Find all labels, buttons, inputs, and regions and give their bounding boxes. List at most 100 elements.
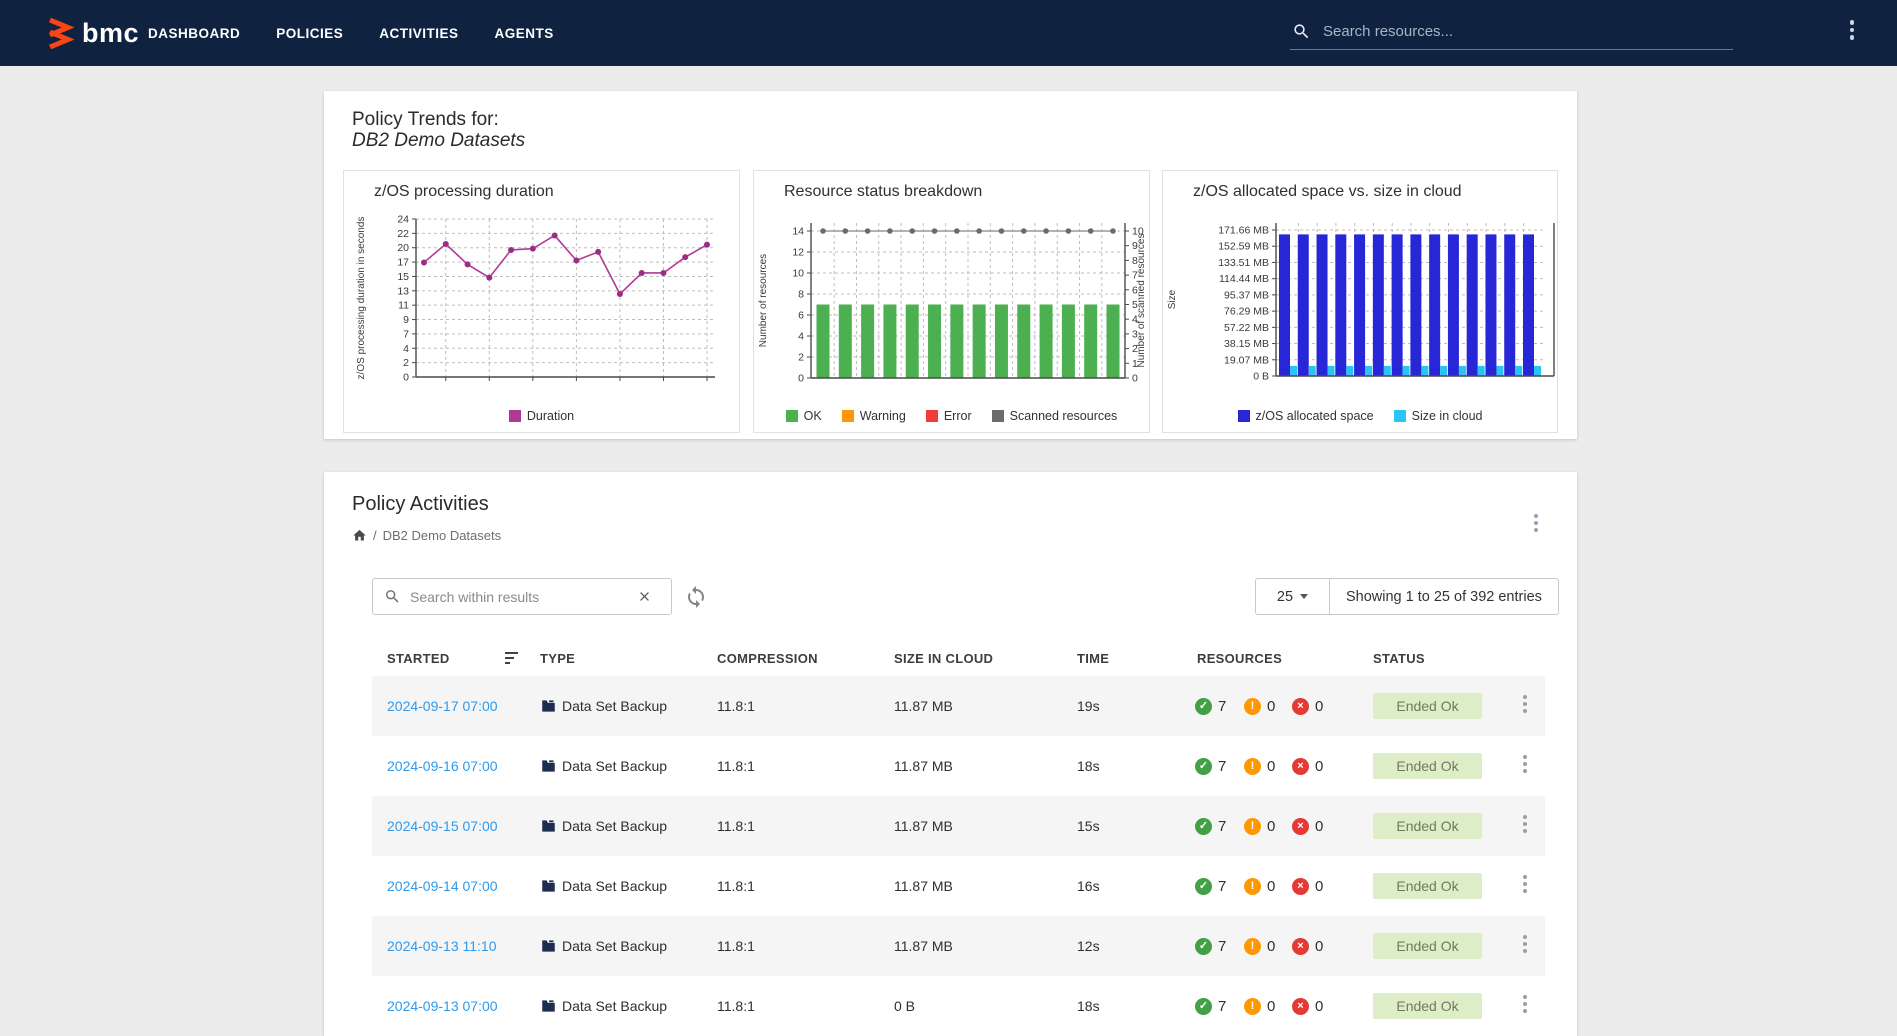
svg-text:20: 20	[397, 242, 409, 254]
resources-warning-icon: !	[1244, 916, 1261, 976]
ok-circle-icon: ✓	[1195, 758, 1212, 775]
resources-warning-count: 0	[1267, 676, 1275, 736]
error-circle-icon: ×	[1292, 878, 1309, 895]
svg-text:19.07 MB: 19.07 MB	[1224, 354, 1269, 366]
activities-title: Policy Activities	[352, 493, 489, 516]
started-link[interactable]: 2024-09-16 07:00	[387, 736, 498, 796]
size-in-cloud-value: 0 B	[894, 976, 915, 1036]
column-header-resources[interactable]: RESOURCES	[1197, 640, 1282, 676]
nav-item-activities[interactable]: ACTIVITIES	[379, 26, 458, 41]
bmc-logo-text: bmc	[82, 20, 139, 47]
started-link[interactable]: 2024-09-15 07:00	[387, 796, 498, 856]
started-link[interactable]: 2024-09-14 07:00	[387, 856, 498, 916]
svg-text:7: 7	[403, 328, 409, 340]
dataset-folder-icon	[541, 916, 556, 976]
error-circle-icon: ×	[1292, 698, 1309, 715]
legend-swatch	[1238, 410, 1250, 422]
resources-ok-icon: ✓	[1195, 676, 1212, 736]
warning-circle-icon: !	[1244, 938, 1261, 955]
status-badge: Ended Ok	[1373, 873, 1482, 899]
compression-value: 11.8:1	[717, 676, 755, 736]
nav-item-dashboard[interactable]: DASHBOARD	[148, 26, 240, 41]
page-size-dropdown[interactable]: 25	[1256, 579, 1330, 614]
row-kebab-menu-icon[interactable]	[1518, 815, 1532, 837]
bmc-logo[interactable]: bmc	[46, 0, 139, 66]
legend-label: Error	[944, 409, 972, 423]
resources-ok-icon: ✓	[1195, 796, 1212, 856]
compression-value: 11.8:1	[717, 796, 755, 856]
resources-warning-count: 0	[1267, 916, 1275, 976]
resources-ok-count: 7	[1218, 976, 1226, 1036]
resources-ok-icon: ✓	[1195, 736, 1212, 796]
table-row: 2024-09-16 07:00Data Set Backup11.8:111.…	[372, 736, 1545, 796]
svg-text:114.44 MB: 114.44 MB	[1219, 273, 1269, 285]
started-link[interactable]: 2024-09-13 07:00	[387, 976, 498, 1036]
row-kebab-menu-icon[interactable]	[1518, 935, 1532, 957]
trends-card-title: Policy Trends for:	[352, 109, 499, 131]
svg-text:95.37 MB: 95.37 MB	[1224, 289, 1269, 301]
svg-text:2: 2	[798, 352, 804, 364]
nav-item-policies[interactable]: POLICIES	[276, 26, 343, 41]
activities-kebab-menu-icon[interactable]	[1528, 514, 1544, 540]
resources-error-icon: ×	[1292, 796, 1309, 856]
legend-label: Warning	[860, 409, 906, 423]
resources-ok-icon: ✓	[1195, 856, 1212, 916]
resources-warning-count: 0	[1267, 736, 1275, 796]
home-icon[interactable]	[352, 528, 367, 543]
table-row: 2024-09-14 07:00Data Set Backup11.8:111.…	[372, 856, 1545, 916]
row-kebab-menu-icon[interactable]	[1518, 875, 1532, 897]
resources-error-icon: ×	[1292, 676, 1309, 736]
results-search-input[interactable]	[410, 589, 620, 605]
nav-item-agents[interactable]: AGENTS	[495, 26, 554, 41]
column-header-type[interactable]: TYPE	[540, 640, 575, 676]
time-value: 18s	[1077, 736, 1100, 796]
legend-item-size-in-cloud: Size in cloud	[1394, 409, 1483, 423]
legend-label: Duration	[527, 409, 574, 423]
chart-panel-processing-duration: z/OS processing duration 242220171513119…	[343, 170, 740, 433]
results-search	[372, 578, 672, 615]
size-in-cloud-value: 11.87 MB	[894, 856, 953, 916]
type-label: Data Set Backup	[562, 856, 667, 916]
allocated-space-chart: 171.66 MB152.59 MB133.51 MB114.44 MB95.3…	[1163, 207, 1559, 403]
svg-text:152.59 MB: 152.59 MB	[1218, 241, 1269, 253]
warning-circle-icon: !	[1244, 998, 1261, 1015]
started-link[interactable]: 2024-09-17 07:00	[387, 676, 498, 736]
legend-label: Size in cloud	[1412, 409, 1483, 423]
warning-circle-icon: !	[1244, 878, 1261, 895]
breadcrumb: / DB2 Demo Datasets	[352, 528, 501, 543]
svg-text:4: 4	[798, 331, 804, 343]
chart-panel-resource-status: Resource status breakdown 14121086420109…	[753, 170, 1150, 433]
time-value: 18s	[1077, 976, 1100, 1036]
chart-title-resource-status: Resource status breakdown	[784, 183, 982, 201]
clear-search-icon[interactable]	[626, 589, 661, 604]
column-header-status[interactable]: STATUS	[1373, 640, 1425, 676]
resource-status-chart: 14121086420109876543210Number of resourc…	[754, 207, 1151, 403]
table-row: 2024-09-13 07:00Data Set Backup11.8:10 B…	[372, 976, 1545, 1036]
ok-circle-icon: ✓	[1195, 818, 1212, 835]
global-search	[1290, 14, 1733, 50]
row-kebab-menu-icon[interactable]	[1518, 755, 1532, 777]
column-header-compression[interactable]: COMPRESSION	[717, 640, 818, 676]
row-kebab-menu-icon[interactable]	[1518, 995, 1532, 1017]
chart-title-duration: z/OS processing duration	[374, 183, 554, 201]
legend-label: z/OS allocated space	[1256, 409, 1374, 423]
started-link[interactable]: 2024-09-13 11:10	[387, 916, 497, 976]
sort-icon[interactable]	[505, 652, 521, 665]
entries-summary: Showing 1 to 25 of 392 entries	[1330, 579, 1558, 614]
compression-value: 11.8:1	[717, 976, 755, 1036]
column-header-size-in-cloud[interactable]: SIZE IN CLOUD	[894, 640, 993, 676]
column-header-time[interactable]: TIME	[1077, 640, 1109, 676]
type-label: Data Set Backup	[562, 676, 667, 736]
legend-swatch	[786, 410, 798, 422]
table-row: 2024-09-15 07:00Data Set Backup11.8:111.…	[372, 796, 1545, 856]
nav-kebab-menu-icon[interactable]	[1844, 20, 1860, 46]
legend-item-warning: Warning	[842, 409, 906, 423]
legend-item-ok: OK	[786, 409, 822, 423]
policy-trends-card: Policy Trends for: DB2 Demo Datasets z/O…	[324, 91, 1577, 439]
column-header-started[interactable]: STARTED	[387, 640, 450, 676]
refresh-icon[interactable]	[684, 585, 708, 609]
error-circle-icon: ×	[1292, 818, 1309, 835]
error-circle-icon: ×	[1292, 938, 1309, 955]
global-search-input[interactable]	[1323, 23, 1733, 40]
row-kebab-menu-icon[interactable]	[1518, 695, 1532, 717]
